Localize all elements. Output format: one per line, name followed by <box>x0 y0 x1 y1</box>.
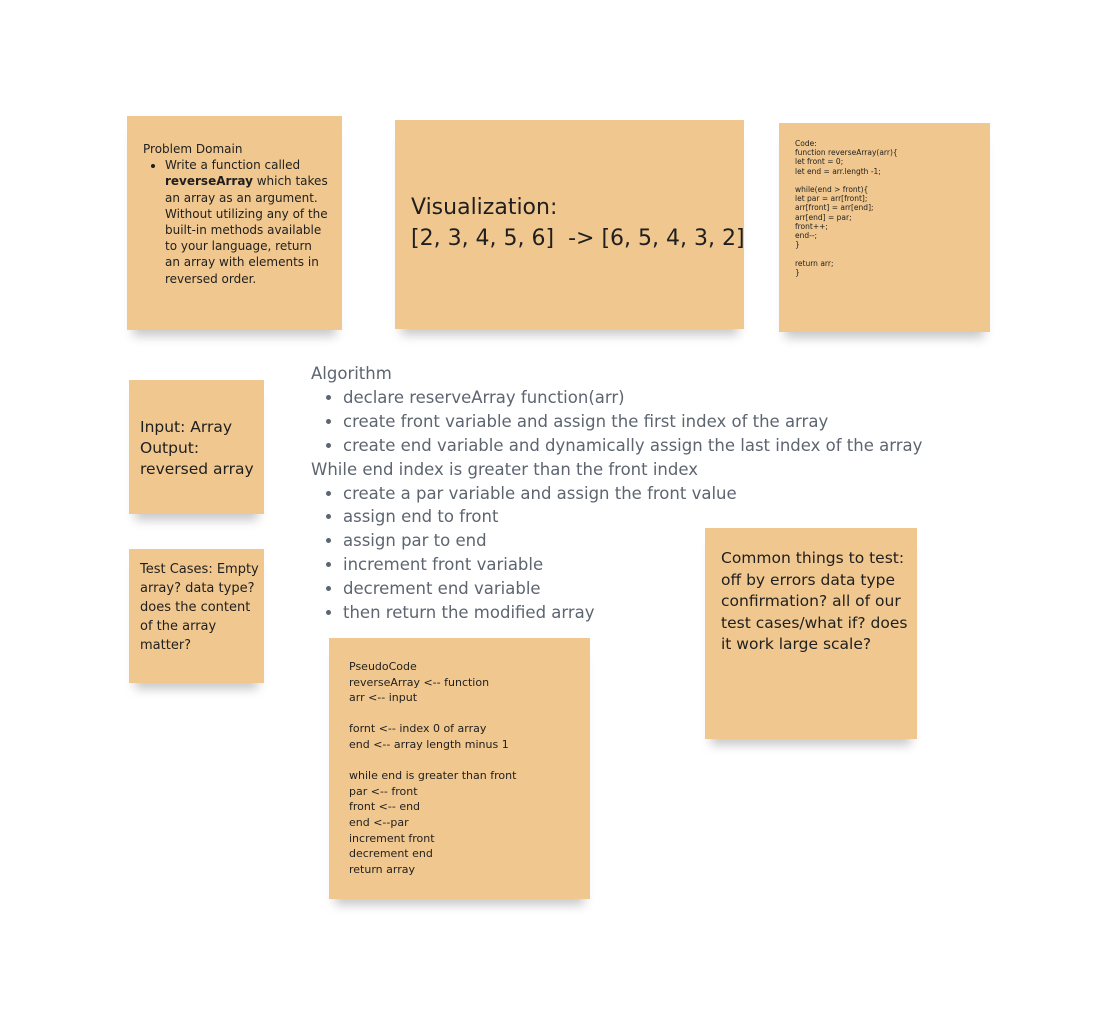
code-line: Code: <box>795 139 817 148</box>
pseudocode-line: end <--par <box>349 815 409 829</box>
algorithm-loop-step: create a par variable and assign the fro… <box>343 482 971 506</box>
pseudocode-line: reverseArray <-- function <box>349 675 490 689</box>
pseudocode-line: while end is greater than front <box>349 769 517 783</box>
algorithm-loop-title: While end index is greater than the fron… <box>311 459 698 479</box>
sticky-note-code[interactable]: Code: function reverseArray(arr){let fron… <box>779 123 990 332</box>
pseudocode-line: fornt <-- index 0 of array <box>349 722 487 736</box>
algorithm-loop-step: then return the modified array <box>343 601 971 625</box>
algorithm-loop-steps: create a par variable and assign the fro… <box>311 482 971 625</box>
pseudocode-line: increment front <box>349 831 435 845</box>
code-line: arr[front] = arr[end]; <box>795 203 874 213</box>
sticky-note-problem-domain[interactable]: Problem Domain Write a function called r… <box>127 116 342 330</box>
code-line: let par = arr[front]; <box>795 194 868 204</box>
code-line: let front = 0; <box>795 157 844 167</box>
sticky-note-input-output[interactable]: Input: Array Output: reversed array <box>129 380 264 514</box>
problem-domain-bullet: Write a function called reverseArray whi… <box>165 157 330 287</box>
algorithm-step: declare reserveArray function(arr) <box>343 386 971 410</box>
algorithm-loop-step: increment front variable <box>343 553 971 577</box>
pseudocode-line: PseudoCode <box>349 660 417 673</box>
algorithm-step: create front variable and assign the fir… <box>343 410 971 434</box>
pseudocode-line <box>349 753 590 769</box>
problem-domain-list: Write a function called reverseArray whi… <box>143 157 330 287</box>
problem-text-post: which takes an array as an argument. Wit… <box>165 174 328 286</box>
pseudocode-lines: PseudoCode reverseArray <-- function arr <… <box>349 659 590 877</box>
pseudocode-line: arr <-- input <box>349 691 418 705</box>
code-line: } <box>795 267 800 277</box>
problem-function-name: reverseArray <box>165 174 253 189</box>
code-line: } <box>795 240 800 250</box>
test-cases-text: Test Cases: Empty array? data type? does… <box>140 562 259 653</box>
algorithm-steps: declare reserveArray function(arr) creat… <box>311 386 971 458</box>
pseudocode-line: front <-- end <box>349 800 421 814</box>
pseudocode-line <box>349 706 590 722</box>
visualization-title: Visualization: <box>411 195 558 220</box>
output-value: reversed array <box>140 460 254 478</box>
sticky-note-visualization[interactable]: Visualization: [2, 3, 4, 5, 6] -> [6, 5,… <box>395 120 744 329</box>
code-line: function reverseArray(arr){ <box>795 148 898 158</box>
algorithm-loop-step: decrement end variable <box>343 577 971 601</box>
input-label: Input: Array <box>140 418 233 436</box>
sticky-note-test-cases[interactable]: Test Cases: Empty array? data type? does… <box>129 549 264 683</box>
visualization-example: [2, 3, 4, 5, 6] -> [6, 5, 4, 3, 2] <box>411 226 744 251</box>
pseudocode-line: return array <box>349 862 415 876</box>
output-label: Output: <box>140 439 200 457</box>
pseudocode-line: par <-- front <box>349 784 418 798</box>
sticky-note-pseudocode[interactable]: PseudoCode reverseArray <-- function arr <… <box>329 638 590 899</box>
code-lines: Code: function reverseArray(arr){let fron… <box>795 139 990 277</box>
algorithm-step: create end variable and dynamically assi… <box>343 434 971 458</box>
code-line: arr[end] = par; <box>795 212 852 222</box>
code-line: while(end > front){ <box>795 185 869 195</box>
whiteboard-canvas[interactable]: Problem Domain Write a function called r… <box>0 0 1117 1015</box>
code-line: return arr; <box>795 258 834 268</box>
algorithm-title: Algorithm <box>311 364 392 383</box>
code-line: front++; <box>795 221 828 231</box>
algorithm-text-block[interactable]: Algorithm declare reserveArray function(… <box>311 362 971 625</box>
algorithm-loop-step: assign end to front <box>343 505 971 529</box>
algorithm-loop-step: assign par to end <box>343 529 971 553</box>
code-line: end--; <box>795 231 818 241</box>
problem-domain-title: Problem Domain <box>143 142 243 156</box>
pseudocode-line: decrement end <box>349 847 433 861</box>
pseudocode-line: end <-- array length minus 1 <box>349 737 509 751</box>
problem-text-pre: Write a function called <box>165 158 301 173</box>
code-line: let end = arr.length -1; <box>795 166 881 176</box>
